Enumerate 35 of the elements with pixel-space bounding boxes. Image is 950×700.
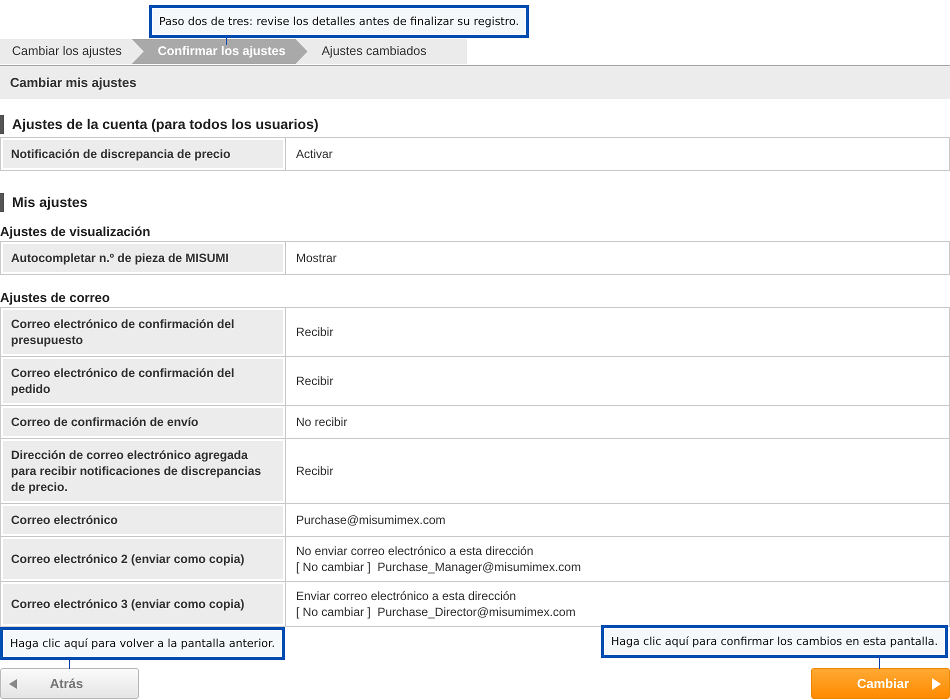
value-text: Recibir — [296, 463, 334, 479]
value-text: No enviar correo electrónico a esta dirección — [296, 543, 534, 559]
left-arrow-icon — [9, 678, 17, 688]
label-cell: Notificación de discrepancia de precio — [0, 138, 286, 170]
value-text: [ No cambiar ] Purchase_Director@misumimex.com — [296, 604, 577, 620]
value-text: Activar — [296, 146, 334, 162]
callout-tooltip: Paso dos de tres: revise los detalles antes de finalizar su registro. — [149, 5, 530, 38]
label-cell: Correo electrónico 2 (enviar como copia) — [0, 536, 286, 582]
leader-line — [69, 660, 70, 669]
value-text: Purchase@misumimex.com — [296, 512, 447, 528]
label-cell: Correo de confirmación de envío — [0, 406, 286, 438]
label-cell: Correo electrónico 3 (enviar como copia) — [0, 582, 286, 626]
value-text: Enviar correo electrónico a esta dirección — [296, 588, 518, 604]
value-text: Mostrar — [296, 250, 338, 266]
progress-step: Confirmar los ajustes — [132, 39, 308, 64]
value-text: [ No cambiar ] Purchase_Manager@misumimex.com — [296, 559, 582, 575]
leader-line — [226, 38, 227, 45]
leader-line — [879, 658, 880, 669]
value-text: No recibir — [296, 414, 348, 430]
page-title: Cambiar mis ajustes — [0, 65, 950, 99]
label-cell: Autocompletar n.º de pieza de MISUMI — [0, 242, 286, 274]
right-arrow-icon — [932, 678, 941, 690]
label-cell: Correo electrónico — [0, 504, 286, 536]
submit-button[interactable]: Cambiar — [811, 668, 950, 699]
subsection-heading: Ajustes de correo — [0, 290, 111, 305]
section-heading: Mis ajustes — [0, 193, 950, 212]
label-cell: Correo electrónico de confirmación del presupuesto — [0, 308, 286, 356]
label-cell: Dirección de correo electrónico agregada para recibir notificaciones de discrepancias de precio. — [0, 438, 286, 504]
label-cell: Correo electrónico de confirmación del pedido — [0, 356, 286, 406]
callout-tooltip: Haga clic aquí para volver a la pantalla anterior. — [0, 627, 285, 660]
value-text: Recibir — [296, 373, 334, 389]
callout-tooltip: Haga clic aquí para confirmar los cambios en esta pantalla. — [600, 625, 948, 658]
value-text: Recibir — [296, 324, 334, 340]
subsection-heading: Ajustes de visualización — [0, 224, 152, 239]
back-button[interactable]: Atrás — [0, 668, 139, 699]
